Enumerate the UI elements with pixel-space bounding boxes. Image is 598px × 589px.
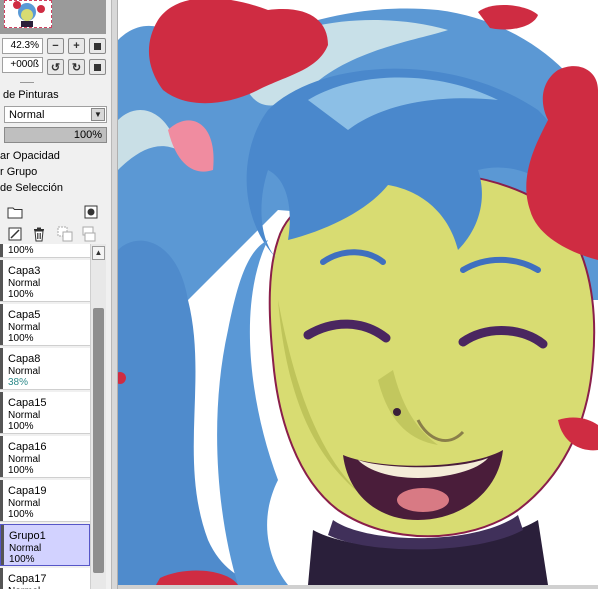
transfer-down-button[interactable] — [56, 225, 74, 243]
zoom-out-icon: − — [52, 40, 59, 52]
rotate-right-icon: ↻ — [71, 61, 82, 74]
layer-name: Capa3 — [8, 265, 41, 277]
layer-color-bar — [0, 304, 3, 345]
layer-list[interactable]: 100% Capa3 Normal 100% Capa5 Normal 100% Capa8… — [0, 244, 90, 589]
chevron-down-icon[interactable]: ▼ — [91, 108, 105, 121]
reset-rotation-button[interactable] — [89, 59, 106, 75]
left-panel: 42.3% − + +000ß ↺ ↻ de Pinturas Normal ▼… — [0, 0, 111, 589]
layer-row[interactable]: Capa5 Normal 100% — [0, 304, 90, 346]
layer-color-bar — [0, 244, 3, 257]
layer-name: Capa17 — [8, 573, 47, 585]
record-icon — [84, 205, 98, 219]
zoom-in-icon: + — [73, 40, 80, 52]
opacity-value: 100% — [73, 129, 102, 141]
rotation-value[interactable]: +000ß — [2, 57, 43, 73]
rotate-left-icon: ↺ — [50, 61, 61, 74]
layer-name: Capa8 — [8, 353, 41, 365]
clear-layer-button[interactable] — [6, 225, 24, 243]
panel-grip[interactable] — [20, 82, 34, 83]
protect-opacity-option[interactable]: ar Opacidad — [0, 150, 60, 162]
fit-view-button[interactable] — [89, 38, 106, 54]
clip-group-option[interactable]: r Grupo — [0, 166, 37, 178]
layer-opacity: 100% — [8, 333, 34, 344]
layer-row[interactable]: Capa19 Normal 100% — [0, 480, 90, 522]
layer-opacity: 100% — [8, 289, 34, 300]
layer-opacity: 100% — [9, 554, 35, 565]
navigator-thumbnail[interactable] — [0, 0, 106, 34]
paint-mode-label: de Pinturas — [3, 89, 59, 101]
layer-name: Capa19 — [8, 485, 47, 497]
rotate-left-button[interactable]: ↺ — [47, 59, 64, 75]
merge-down-icon — [82, 226, 96, 242]
layer-blend-mode: Normal — [8, 454, 41, 465]
layer-row[interactable]: Capa15 Normal 100% — [0, 392, 90, 434]
merge-down-button[interactable] — [80, 225, 98, 243]
scroll-up-icon[interactable]: ▲ — [92, 246, 105, 260]
new-folder-button[interactable] — [6, 203, 24, 221]
layer-color-bar — [0, 260, 3, 301]
layer-blend-mode: Normal — [8, 366, 41, 377]
layer-opacity: 100% — [8, 509, 34, 520]
layer-row[interactable]: Capa8 Normal 38% — [0, 348, 90, 390]
layer-opacity: 100% — [8, 421, 34, 432]
layer-name: Capa15 — [8, 397, 47, 409]
layer-scrollbar[interactable]: ▲ — [90, 244, 106, 589]
rotate-right-button[interactable]: ↻ — [68, 59, 85, 75]
layer-opacity: 38% — [8, 377, 29, 388]
layer-name: Grupo1 — [9, 530, 46, 542]
layer-color-bar — [1, 525, 4, 565]
navigator-preview[interactable] — [4, 0, 52, 28]
layer-name: Capa16 — [8, 441, 47, 453]
record-button[interactable] — [82, 203, 100, 221]
layer-blend-mode: Normal — [9, 543, 42, 554]
layer-blend-mode: Normal — [8, 410, 41, 421]
zoom-value[interactable]: 42.3% — [2, 38, 43, 54]
panel-splitter[interactable] — [111, 0, 118, 589]
layer-row-partial[interactable]: 100% — [0, 244, 90, 258]
canvas-horizontal-scrollbar[interactable] — [118, 585, 598, 589]
layer-row[interactable]: Grupo1 Normal 100% — [0, 524, 90, 566]
layer-opacity: 100% — [8, 245, 34, 256]
delete-layer-button[interactable] — [30, 225, 48, 243]
layer-color-bar — [0, 568, 3, 589]
zoom-out-button[interactable]: − — [47, 38, 64, 54]
layer-row[interactable]: Capa3 Normal 100% — [0, 260, 90, 302]
blend-mode-value: Normal — [9, 109, 45, 121]
layer-blend-mode: Normal — [8, 322, 41, 333]
delete-layer-icon — [34, 227, 44, 242]
transfer-down-icon — [57, 226, 73, 242]
artwork — [118, 0, 598, 585]
layer-blend-mode: Normal — [8, 278, 41, 289]
layer-color-bar — [0, 392, 3, 433]
layer-color-bar — [0, 348, 3, 389]
layer-color-bar — [0, 480, 3, 521]
layer-color-bar — [0, 436, 3, 477]
zoom-in-button[interactable]: + — [68, 38, 85, 54]
scrollbar-thumb[interactable] — [93, 308, 104, 573]
clear-layer-icon — [8, 227, 22, 241]
opacity-slider[interactable]: 100% — [4, 127, 107, 143]
blend-mode-select[interactable]: Normal ▼ — [4, 106, 107, 123]
layer-opacity: 100% — [8, 465, 34, 476]
layer-blend-mode: Normal — [8, 498, 41, 509]
fit-icon — [94, 42, 101, 50]
layer-row[interactable]: Capa17Normal100% — [0, 568, 90, 589]
layer-row[interactable]: Capa16 Normal 100% — [0, 436, 90, 478]
new-folder-icon — [7, 207, 23, 218]
reset-rotation-icon — [94, 63, 101, 71]
drawing-canvas[interactable] — [118, 0, 598, 585]
selection-source-option[interactable]: de Selección — [0, 182, 63, 194]
layer-name: Capa5 — [8, 309, 41, 321]
